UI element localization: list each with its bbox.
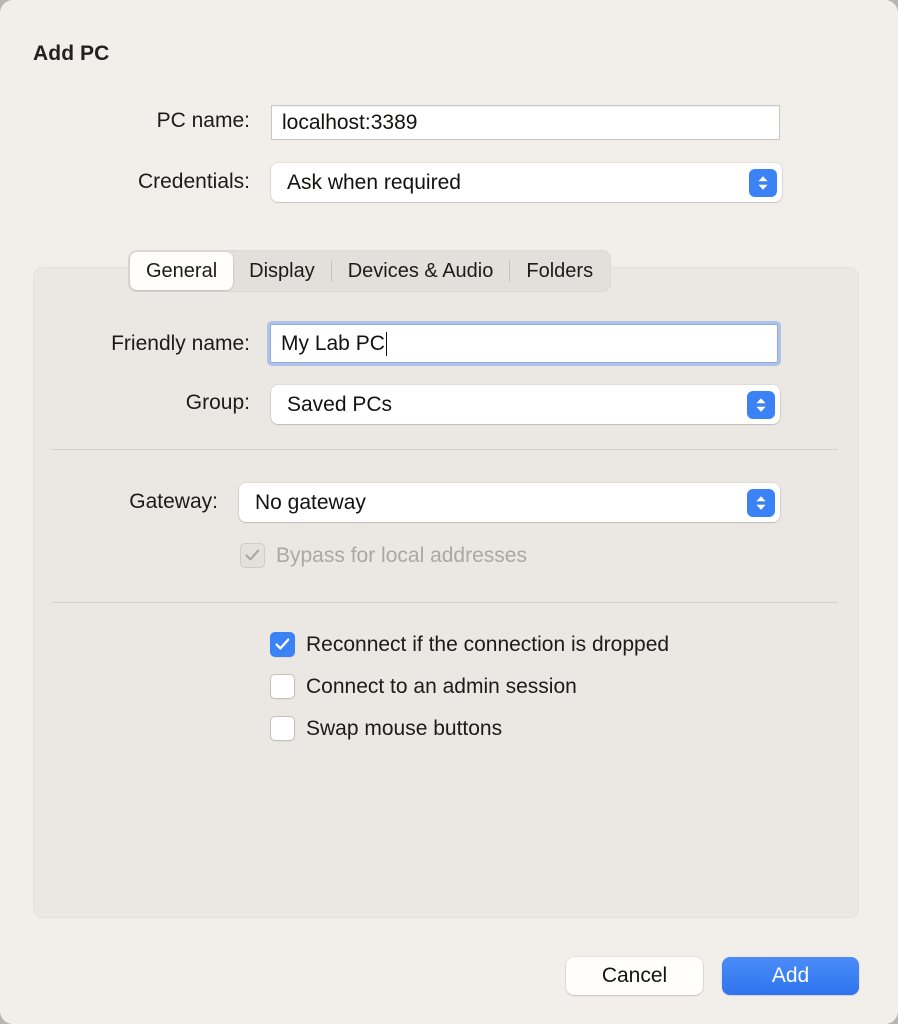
gateway-label: Gateway: (0, 490, 218, 514)
friendly-name-input[interactable]: My Lab PC (270, 324, 778, 363)
add-button-label: Add (772, 964, 809, 988)
tab-folders[interactable]: Folders (510, 252, 609, 290)
gateway-value: No gateway (255, 491, 366, 515)
tab-folders-label: Folders (526, 260, 593, 283)
checkmark-icon (270, 632, 295, 657)
cancel-button[interactable]: Cancel (566, 957, 703, 995)
tab-general-label: General (146, 260, 217, 283)
swap-mouse-buttons-checkbox[interactable]: Swap mouse buttons (270, 716, 502, 741)
tab-devices-audio[interactable]: Devices & Audio (332, 252, 510, 290)
credentials-label: Credentials: (0, 170, 250, 194)
section-divider (52, 602, 838, 603)
group-value: Saved PCs (287, 393, 392, 417)
gateway-select[interactable]: No gateway (239, 483, 780, 522)
add-button[interactable]: Add (722, 957, 859, 995)
group-select[interactable]: Saved PCs (271, 385, 780, 424)
checkmark-icon (240, 543, 265, 568)
reconnect-checkbox[interactable]: Reconnect if the connection is dropped (270, 632, 669, 657)
friendly-name-value: My Lab PC (281, 332, 385, 356)
chevron-up-down-icon (747, 489, 775, 517)
section-divider (52, 449, 838, 450)
chevron-up-down-icon (747, 391, 775, 419)
tab-display[interactable]: Display (233, 252, 331, 290)
add-pc-dialog: Add PC PC name: localhost:3389 Credentia… (0, 0, 898, 1024)
tab-devices-audio-label: Devices & Audio (348, 260, 494, 283)
chevron-up-down-icon (749, 169, 777, 197)
admin-session-label: Connect to an admin session (306, 675, 577, 699)
credentials-value: Ask when required (287, 171, 461, 195)
pc-name-label: PC name: (0, 109, 250, 133)
page-title: Add PC (33, 42, 109, 66)
pc-name-input[interactable]: localhost:3389 (271, 105, 780, 140)
pc-name-value: localhost:3389 (282, 111, 417, 135)
group-label: Group: (0, 391, 250, 415)
checkbox-empty-icon (270, 674, 295, 699)
tab-general[interactable]: General (130, 252, 233, 290)
bypass-local-addresses-label: Bypass for local addresses (276, 544, 527, 568)
checkbox-empty-icon (270, 716, 295, 741)
tab-bar: General Display Devices & Audio Folders (128, 250, 611, 292)
reconnect-label: Reconnect if the connection is dropped (306, 633, 669, 657)
tab-display-label: Display (249, 260, 315, 283)
swap-mouse-buttons-label: Swap mouse buttons (306, 717, 502, 741)
admin-session-checkbox[interactable]: Connect to an admin session (270, 674, 577, 699)
credentials-select[interactable]: Ask when required (271, 163, 782, 202)
general-tab-panel (33, 267, 859, 918)
bypass-local-addresses-checkbox: Bypass for local addresses (240, 543, 527, 568)
text-caret (386, 332, 388, 356)
friendly-name-label: Friendly name: (0, 332, 250, 356)
cancel-button-label: Cancel (602, 964, 667, 988)
